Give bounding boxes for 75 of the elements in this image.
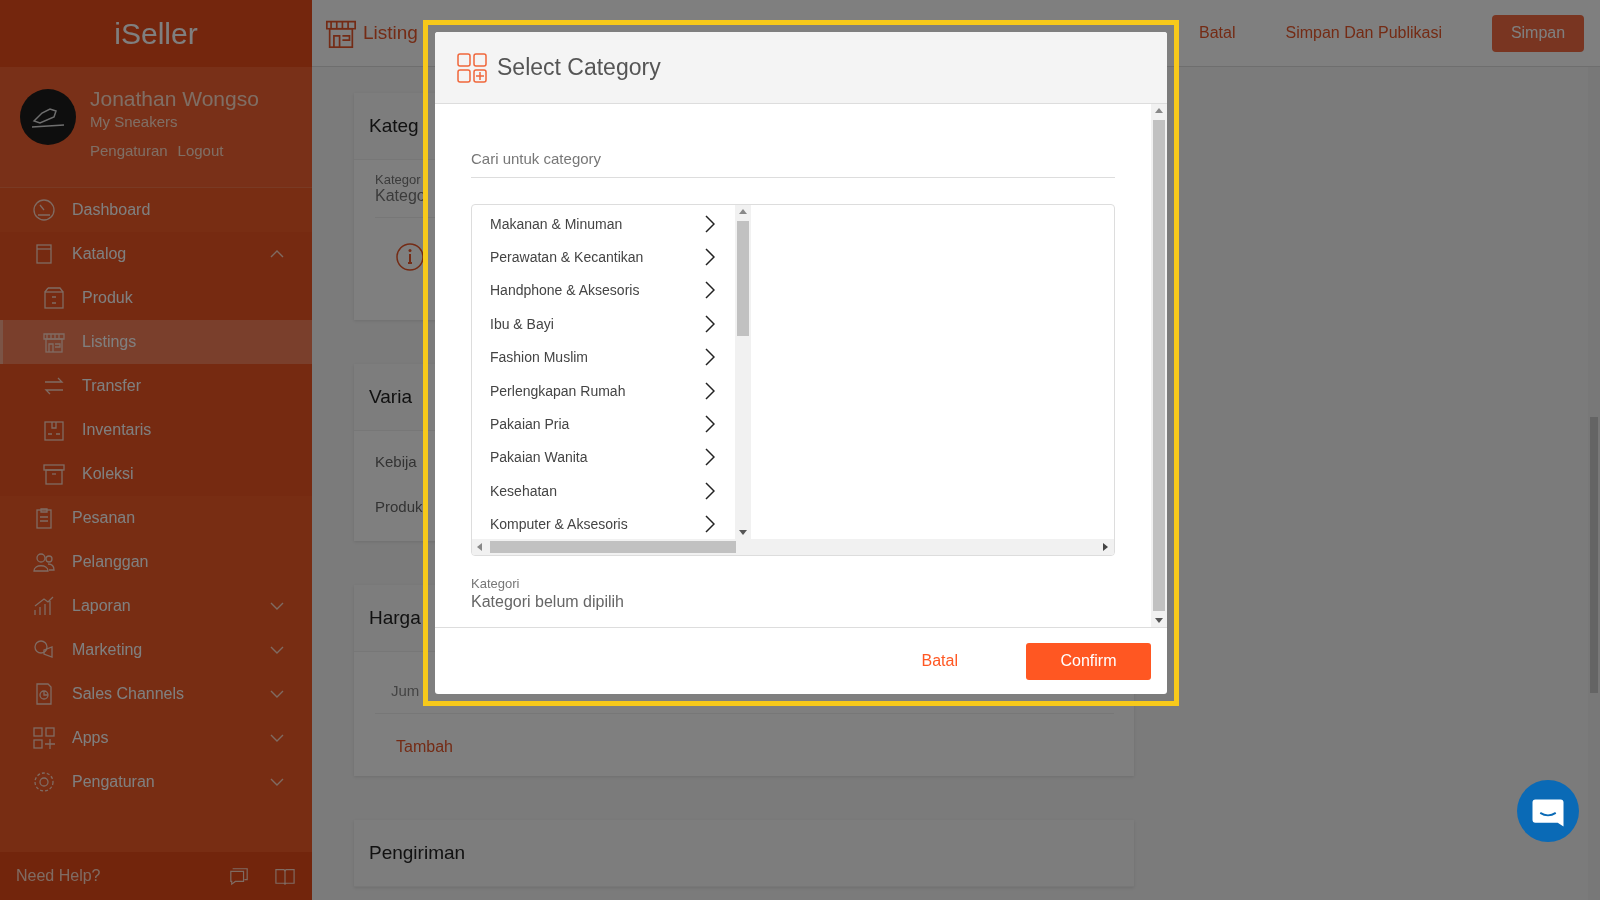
scroll-down-icon[interactable] [739, 530, 747, 535]
storefront-icon [42, 330, 66, 354]
chevron-right-icon [705, 281, 715, 300]
scroll-up-icon[interactable] [739, 209, 747, 214]
apps-grid-icon [457, 52, 487, 83]
action-link[interactable]: Batal [1199, 24, 1236, 42]
category-item[interactable]: Fashion Muslim [472, 340, 735, 374]
profile-link[interactable]: Pengaturan [90, 142, 168, 159]
chat-icon[interactable] [228, 866, 250, 886]
field-label: Kategori [471, 576, 521, 591]
nav-item[interactable]: Dashboard [0, 188, 312, 232]
avatar [20, 89, 76, 145]
chevron-right-icon [705, 214, 715, 233]
card-title: Varia [369, 386, 412, 408]
chevron-right-icon [705, 348, 715, 367]
card-title: Harga [369, 607, 421, 629]
settings-icon [32, 770, 56, 794]
category-item[interactable]: Pakaian Wanita [472, 440, 735, 475]
chevron-right-icon [705, 515, 715, 534]
help-label: Need Help? [16, 867, 102, 885]
book-open-icon[interactable] [274, 866, 296, 886]
category-item[interactable]: Kesehatan [472, 474, 735, 508]
info-icon [395, 242, 425, 272]
scroll-left-icon[interactable] [477, 543, 482, 551]
archive-box-icon [42, 462, 66, 486]
chat-bubble-icon[interactable] [1517, 780, 1579, 842]
category-item[interactable]: Ibu & Bayi [472, 307, 735, 341]
scroll-down-icon[interactable] [1155, 618, 1163, 623]
confirm-button[interactable]: Confirm [1026, 642, 1151, 680]
user-name: Jonathan Wongso [90, 87, 259, 111]
nav-item[interactable]: Pelanggan [0, 540, 312, 584]
action-link[interactable]: Simpan Dan Publikasi [1285, 24, 1442, 42]
card-title: Kateg [369, 115, 419, 137]
card-title: Pengiriman [369, 842, 466, 864]
profile-link[interactable]: Logout [177, 142, 224, 159]
dialog-title: Select Category [497, 54, 661, 81]
chevron-right-icon [705, 415, 715, 434]
chevron-right-icon [705, 381, 715, 400]
nav-item[interactable]: Marketing [0, 628, 312, 672]
card-text: Kebija [375, 452, 417, 472]
scroll-right-icon[interactable] [1103, 543, 1108, 551]
nav-item[interactable]: Sales Channels [0, 672, 312, 716]
add-link[interactable]: Tambah [375, 714, 1134, 756]
chevron-right-icon [705, 314, 715, 333]
scroll-up-icon[interactable] [1155, 108, 1163, 113]
breadcrumb[interactable]: Listing [363, 22, 418, 44]
nav-item[interactable]: Apps [0, 716, 312, 760]
nav-subitem[interactable]: Listings [0, 320, 312, 364]
nav-item[interactable]: Laporan [0, 584, 312, 628]
bar-chart-icon [32, 594, 56, 618]
brand-logo: iSeller [114, 16, 198, 51]
store-name: My Sneakers [90, 113, 179, 130]
scrollbar[interactable] [1151, 104, 1167, 627]
people-icon [32, 550, 56, 574]
chevron-right-icon [705, 481, 715, 500]
scrollbar[interactable] [472, 539, 1114, 555]
category-item[interactable]: Handphone & Aksesoris [472, 273, 735, 308]
save-button[interactable]: Simpan [1492, 14, 1584, 52]
nav-item[interactable]: Pengaturan [0, 760, 312, 804]
category-item[interactable]: Makanan & Minuman [472, 207, 735, 241]
card-text: Produk [375, 497, 423, 517]
chevron-right-icon [705, 248, 715, 267]
apps-grid-icon [32, 726, 56, 750]
nav-item[interactable]: Pesanan [0, 496, 312, 540]
category-item[interactable]: Pakaian Pria [472, 407, 735, 441]
package-icon [42, 418, 66, 442]
category-item[interactable]: Komputer & Aksesoris [472, 507, 735, 541]
gauge-icon [32, 198, 56, 222]
box-icon [42, 286, 66, 310]
field-value: Kategori belum dipilih [471, 593, 625, 611]
chevron-right-icon [705, 448, 715, 467]
category-item[interactable]: Perlengkapan Rumah [472, 373, 735, 408]
field-label: Kategor [375, 172, 422, 187]
scrollbar[interactable] [735, 205, 751, 539]
category-item[interactable]: Perawatan & Kecantikan [472, 240, 735, 274]
